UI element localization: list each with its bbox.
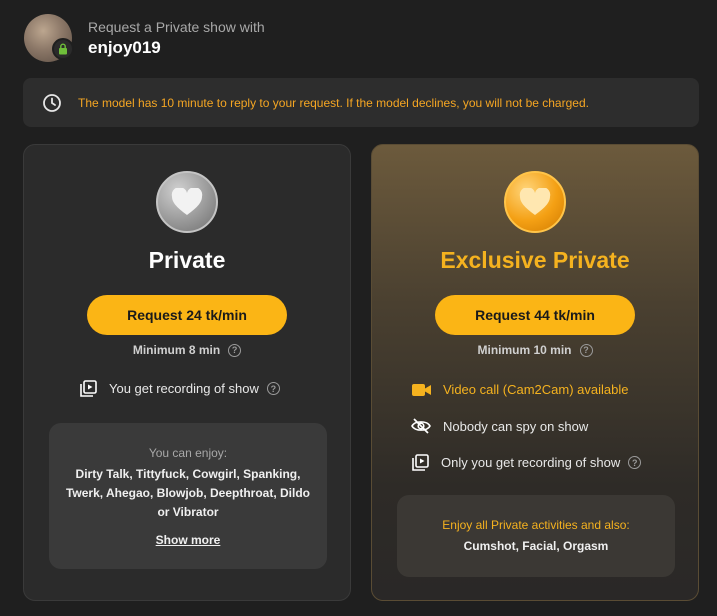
show-more-link[interactable]: Show more xyxy=(156,533,221,547)
avatar xyxy=(24,14,74,62)
enjoy-heading: You can enjoy: xyxy=(148,446,228,460)
help-icon[interactable]: ? xyxy=(228,343,242,357)
exclusive-minimum-label: Minimum 10 min xyxy=(477,343,572,357)
recording-icon xyxy=(412,454,429,471)
feature-label: You get recording of show xyxy=(109,381,259,396)
header: Request a Private show with enjoy019 xyxy=(24,14,265,62)
private-minimum-label: Minimum 8 min xyxy=(132,343,221,357)
feature-cam2cam: Video call (Cam2Cam) available xyxy=(412,382,628,397)
feature-recording: Only you get recording of show ? xyxy=(412,454,642,471)
feature-no-spy: Nobody can spy on show xyxy=(411,418,588,434)
notice-text: The model has 10 minute to reply to your… xyxy=(78,95,589,110)
help-icon[interactable]: ? xyxy=(266,382,280,395)
eye-off-icon xyxy=(411,418,431,434)
feature-label: Nobody can spy on show xyxy=(443,418,589,434)
exclusive-card: Exclusive Private Request 44 tk/min Mini… xyxy=(371,144,699,601)
enjoy-box: You can enjoy: Dirty Talk, Tittyfuck, Co… xyxy=(49,423,327,569)
clock-icon xyxy=(43,93,61,112)
enjoy-items: Dirty Talk, Tittyfuck, Cowgirl, Spanking… xyxy=(65,467,310,519)
exclusive-minimum: Minimum 10 min ? xyxy=(372,343,698,357)
private-title: Private xyxy=(148,247,226,273)
feature-label: Only you get recording of show xyxy=(441,455,621,470)
feature-label: Video call (Cam2Cam) available xyxy=(443,382,629,397)
recording-icon xyxy=(80,380,97,397)
help-icon[interactable]: ? xyxy=(628,456,642,469)
help-icon[interactable]: ? xyxy=(579,343,593,357)
private-card: Private Request 24 tk/min Minimum 8 min … xyxy=(23,144,351,601)
enjoy-items: Cumshot, Facial, Orgasm xyxy=(463,539,609,553)
feature-recording: You get recording of show ? xyxy=(80,380,280,397)
lock-icon xyxy=(52,38,74,60)
enjoy-heading: Enjoy all Private activities and also: xyxy=(442,518,630,532)
heart-icon xyxy=(156,171,218,233)
model-username: enjoy019 xyxy=(88,37,161,57)
private-minimum: Minimum 8 min ? xyxy=(24,343,350,357)
request-private-button[interactable]: Request 24 tk/min xyxy=(87,295,287,335)
request-exclusive-button[interactable]: Request 44 tk/min xyxy=(435,295,635,335)
video-camera-icon xyxy=(412,383,431,396)
heart-icon xyxy=(504,171,566,233)
enjoy-box: Enjoy all Private activities and also: C… xyxy=(397,495,675,577)
header-subtitle: Request a Private show with xyxy=(88,18,265,35)
notice-banner: The model has 10 minute to reply to your… xyxy=(23,78,699,127)
exclusive-title: Exclusive Private xyxy=(440,247,630,273)
